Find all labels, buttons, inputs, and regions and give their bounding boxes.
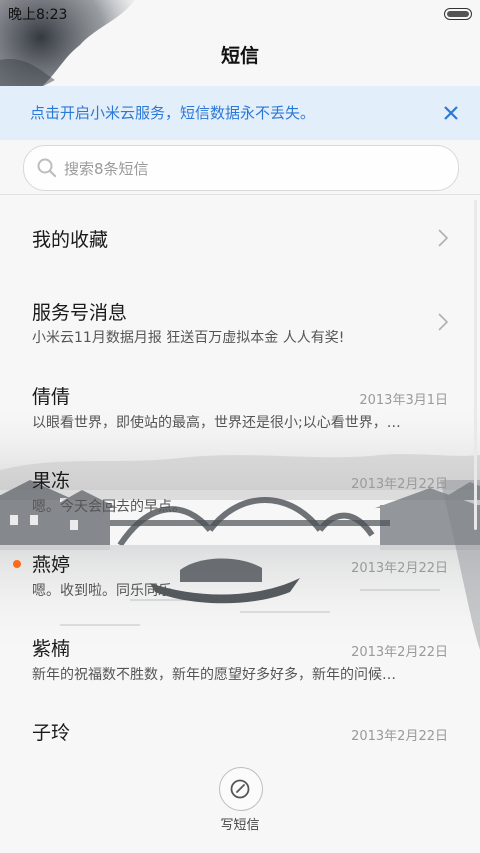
- list-item-conversation[interactable]: 果冻 2013年2月22日 嗯。今天会回去的早点。: [0, 449, 480, 533]
- item-date: 2013年3月1日: [359, 393, 448, 408]
- item-date: 2013年2月22日: [351, 645, 448, 660]
- compose-button[interactable]: [219, 767, 263, 811]
- item-name: 燕婷: [32, 554, 71, 576]
- item-date: 2013年2月22日: [351, 729, 448, 744]
- page-title: 短信: [220, 45, 259, 67]
- list-item-favorites[interactable]: 我的收藏: [0, 195, 480, 280]
- status-bar: 晚上8:23: [0, 0, 480, 26]
- close-icon[interactable]: [436, 98, 466, 128]
- item-date: 2013年2月22日: [351, 477, 448, 492]
- list-item-conversation[interactable]: 紫楠 2013年2月22日 新年的祝福数不胜数，新年的愿望好多好多，新年的问候…: [0, 617, 480, 701]
- unread-dot: [13, 560, 21, 568]
- search-input[interactable]: 搜索8条短信: [23, 145, 459, 191]
- item-name: 果冻: [32, 470, 71, 492]
- item-preview: 嗯。今天会回去的早点。: [32, 499, 186, 515]
- compose-label[interactable]: 写短信: [0, 814, 480, 833]
- list-item-service-messages[interactable]: 服务号消息 小米云11月数据月报 狂送百万虚拟本金 人人有奖!: [0, 280, 480, 365]
- list-item-conversation[interactable]: 倩倩 2013年3月1日 以眼看世界，即使站的最高，世界还是很小;以心看世界，…: [0, 365, 480, 449]
- search-placeholder: 搜索8条短信: [64, 160, 149, 178]
- list-item-conversation[interactable]: 子玲 2013年2月22日: [0, 701, 480, 751]
- item-name: 服务号消息: [32, 302, 128, 324]
- title-bar: 短信: [0, 26, 480, 86]
- item-name: 紫楠: [32, 638, 71, 660]
- item-name: 子玲: [32, 722, 71, 744]
- search-icon: [37, 158, 57, 178]
- chevron-right-icon: [438, 313, 449, 331]
- list-item-conversation[interactable]: 燕婷 2013年2月22日 嗯。收到啦。同乐同乐。: [0, 533, 480, 617]
- cloud-service-banner[interactable]: 点击开启小米云服务，短信数据永不丢失。: [0, 86, 480, 140]
- item-preview: 新年的祝福数不胜数，新年的愿望好多好多，新年的问候…: [32, 667, 396, 683]
- item-date: 2013年2月22日: [351, 561, 448, 576]
- chevron-right-icon: [438, 229, 449, 247]
- item-name: 我的收藏: [32, 229, 109, 251]
- item-name: 倩倩: [32, 386, 71, 408]
- item-preview: 嗯。收到啦。同乐同乐。: [32, 583, 186, 599]
- compose-icon: [230, 779, 250, 799]
- banner-text[interactable]: 点击开启小米云服务，短信数据永不丢失。: [30, 102, 315, 123]
- status-time: 晚上8:23: [8, 7, 68, 23]
- compose-area: 写短信: [0, 750, 480, 853]
- item-preview: 小米云11月数据月报 狂送百万虚拟本金 人人有奖!: [32, 330, 345, 346]
- battery-icon: [444, 8, 472, 20]
- item-preview: 以眼看世界，即使站的最高，世界还是很小;以心看世界，…: [32, 415, 401, 431]
